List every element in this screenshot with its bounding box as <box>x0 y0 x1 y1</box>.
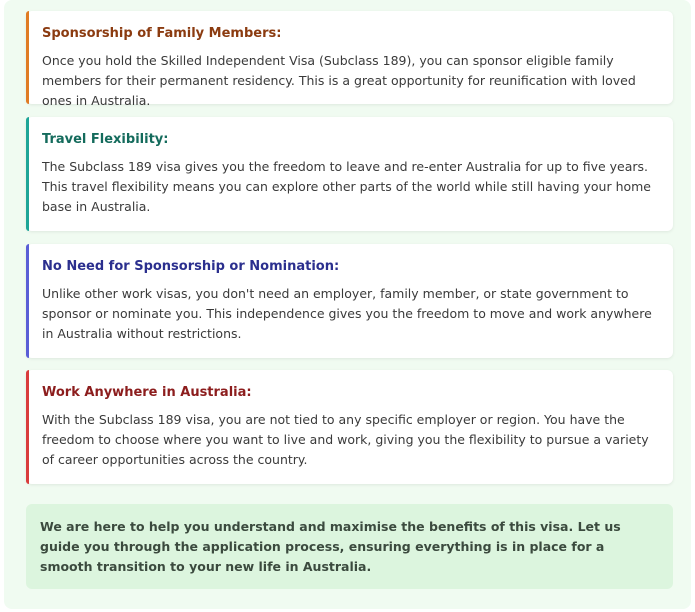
help-note: We are here to help you understand and m… <box>26 504 673 589</box>
benefit-description: Once you hold the Skilled Independent Vi… <box>42 53 636 108</box>
benefit-card-travel-flexibility: Travel Flexibility: The Subclass 189 vis… <box>26 117 673 231</box>
benefit-title: Sponsorship of Family Members: <box>42 26 282 41</box>
help-note-text: We are here to help you understand and m… <box>40 519 621 574</box>
benefit-card-family-sponsorship: Sponsorship of Family Members: Once you … <box>26 11 673 108</box>
benefit-title: Work Anywhere in Australia: <box>42 385 252 400</box>
benefit-card-no-sponsorship: No Need for Sponsorship or Nomination: U… <box>26 244 673 358</box>
benefit-card-work-anywhere: Work Anywhere in Australia: With the Sub… <box>26 370 673 484</box>
benefit-description: Unlike other work visas, you don't need … <box>42 286 652 341</box>
benefit-description: With the Subclass 189 visa, you are not … <box>42 412 649 467</box>
benefits-panel: Sponsorship of Family Members: Once you … <box>4 0 691 609</box>
benefit-title: No Need for Sponsorship or Nomination: <box>42 259 340 274</box>
benefit-title: Travel Flexibility: <box>42 132 169 147</box>
benefit-description: The Subclass 189 visa gives you the free… <box>42 159 652 214</box>
